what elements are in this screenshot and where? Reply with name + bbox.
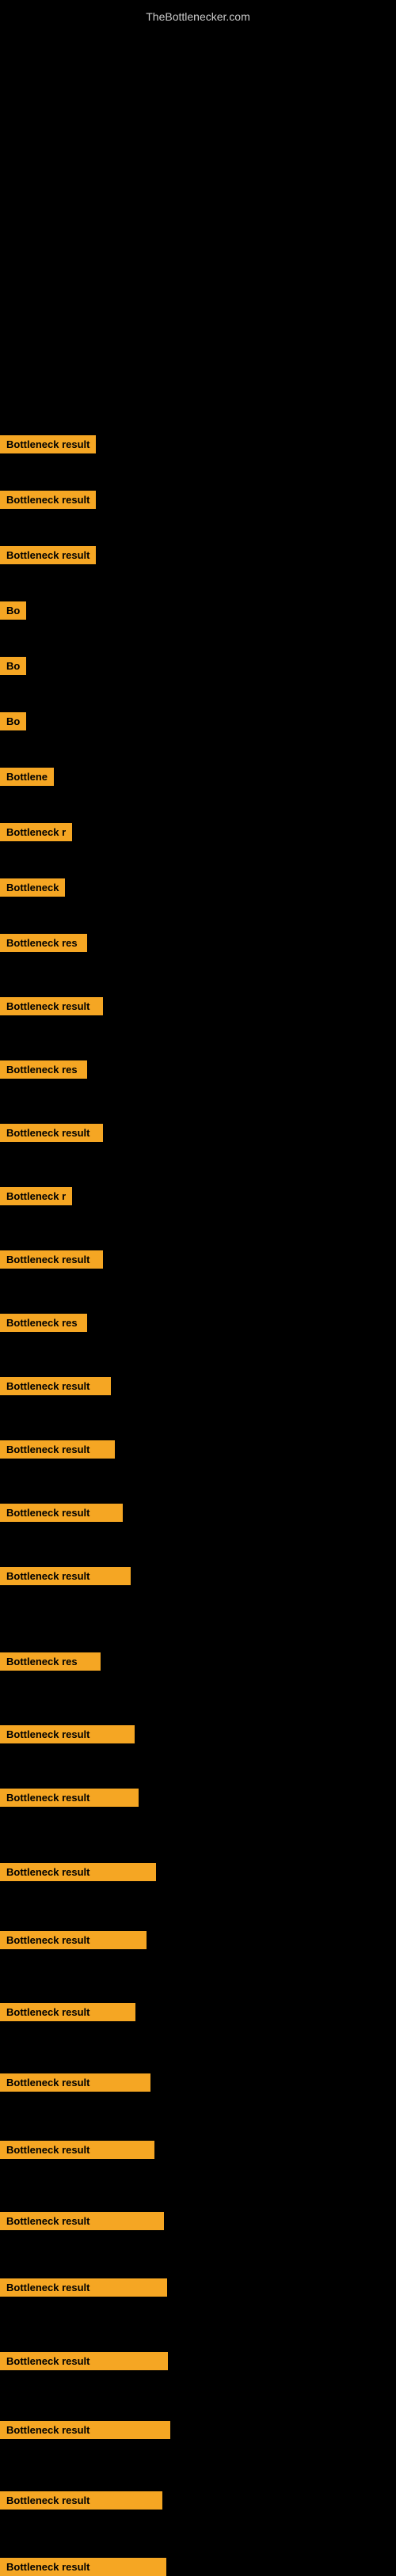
bottleneck-item[interactable]: Bottleneck result: [0, 2141, 154, 2159]
bottleneck-item[interactable]: Bottleneck result: [0, 997, 103, 1015]
bottleneck-item[interactable]: Bottleneck res: [0, 1314, 87, 1332]
bottleneck-item[interactable]: Bottleneck res: [0, 1652, 101, 1671]
bottleneck-item[interactable]: Bottleneck result: [0, 2352, 168, 2370]
bottleneck-item[interactable]: Bottleneck result: [0, 435, 96, 453]
bottleneck-item[interactable]: Bo: [0, 712, 26, 730]
bottleneck-item[interactable]: Bottleneck result: [0, 2558, 166, 2576]
bottleneck-item[interactable]: Bo: [0, 601, 26, 620]
bottleneck-item[interactable]: Bottleneck result: [0, 2003, 135, 2021]
bottleneck-item[interactable]: Bottleneck result: [0, 2073, 150, 2092]
bottleneck-item[interactable]: Bottleneck result: [0, 1250, 103, 1269]
bottleneck-item[interactable]: Bottleneck result: [0, 2491, 162, 2510]
bottleneck-item[interactable]: Bottleneck result: [0, 1440, 115, 1459]
bottleneck-item[interactable]: Bottleneck res: [0, 1060, 87, 1079]
bottleneck-item[interactable]: Bottleneck result: [0, 2212, 164, 2230]
bottleneck-item[interactable]: Bottleneck result: [0, 1504, 123, 1522]
bottleneck-item[interactable]: Bo: [0, 657, 26, 675]
bottleneck-item[interactable]: Bottlene: [0, 768, 54, 786]
bottleneck-item[interactable]: Bottleneck result: [0, 2278, 167, 2297]
bottleneck-item[interactable]: Bottleneck r: [0, 1187, 72, 1205]
bottleneck-item[interactable]: Bottleneck result: [0, 1931, 147, 1949]
bottleneck-item[interactable]: Bottleneck res: [0, 934, 87, 952]
bottleneck-item[interactable]: Bottleneck result: [0, 1725, 135, 1743]
bottleneck-item[interactable]: Bottleneck result: [0, 491, 96, 509]
bottleneck-item[interactable]: Bottleneck r: [0, 823, 72, 841]
bottleneck-item[interactable]: Bottleneck: [0, 878, 65, 897]
bottleneck-item[interactable]: Bottleneck result: [0, 1567, 131, 1585]
bottleneck-item[interactable]: Bottleneck result: [0, 546, 96, 564]
bottleneck-item[interactable]: Bottleneck result: [0, 1789, 139, 1807]
bottleneck-item[interactable]: Bottleneck result: [0, 1863, 156, 1881]
bottleneck-item[interactable]: Bottleneck result: [0, 2421, 170, 2439]
bottleneck-item[interactable]: Bottleneck result: [0, 1377, 111, 1395]
bottleneck-item[interactable]: Bottleneck result: [0, 1124, 103, 1142]
site-title: TheBottlenecker.com: [0, 4, 396, 29]
